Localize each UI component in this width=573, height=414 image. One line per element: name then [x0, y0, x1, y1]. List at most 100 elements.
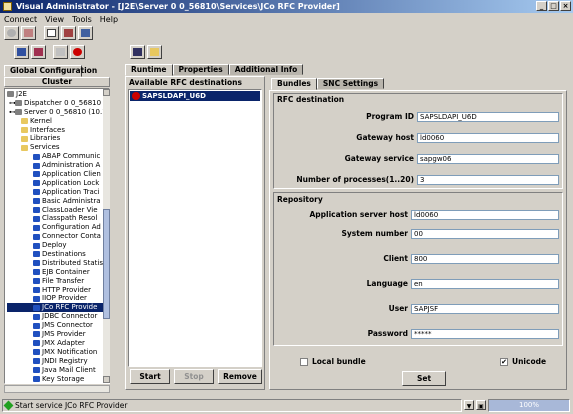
destination-item-selected[interactable]: SAPSLDAPI_U6D [130, 91, 260, 101]
service-item[interactable]: JMX Notification [7, 348, 107, 357]
processes-field[interactable]: 3 [417, 175, 559, 185]
service-item[interactable]: Destinations [7, 250, 107, 259]
remove-button[interactable]: Remove [218, 369, 262, 384]
status-dropdown-button[interactable]: ▼ [464, 400, 474, 410]
window-title: Visual Administrator - [J2E\Server 0 0_5… [16, 2, 340, 11]
collapse-tree-button[interactable] [31, 45, 46, 59]
tree-hscrollbar[interactable] [4, 385, 110, 393]
unicode-option[interactable]: ✔ Unicode [500, 357, 546, 366]
tree-libraries[interactable]: Libraries [7, 134, 107, 143]
disconnect-button[interactable] [21, 26, 36, 40]
service-item[interactable]: Distributed Statis [7, 259, 107, 268]
service-item[interactable]: Configuration Ad [7, 223, 107, 232]
tree-expand-icon [17, 48, 26, 56]
service-item[interactable]: JNDI Registry [7, 357, 107, 366]
tab-bundles[interactable]: Bundles [271, 78, 317, 90]
memory-button[interactable]: ▣ [476, 400, 486, 410]
service-item[interactable]: JMS Provider [7, 330, 107, 339]
service-icon [33, 322, 40, 329]
expand-tree-button[interactable] [14, 45, 29, 59]
set-button[interactable]: Set [402, 371, 446, 386]
tree-server[interactable]: ⊷ Server 0 0_56810 (10.18 [7, 108, 109, 117]
tree-services[interactable]: Services [7, 143, 107, 152]
destinations-list[interactable]: SAPSLDAPI_U6D [128, 89, 262, 367]
system-number-field[interactable]: 00 [411, 229, 559, 239]
service-item-selected[interactable]: JCo RFC Provide [7, 303, 107, 313]
service-item[interactable]: Java Mail Client [7, 366, 107, 375]
tab-runtime[interactable]: Runtime [125, 64, 173, 76]
password-field[interactable]: ***** [411, 329, 559, 339]
help-book-button[interactable] [78, 26, 93, 40]
maximize-button[interactable]: □ [548, 1, 559, 11]
service-item[interactable]: Basic Administra [7, 197, 107, 206]
tab-additional-info[interactable]: Additional Info [228, 64, 304, 75]
screenshot-button[interactable] [44, 26, 59, 40]
minimize-button[interactable]: _ [536, 1, 547, 11]
service-item[interactable]: Administration A [7, 161, 107, 170]
service-item[interactable]: ABAP Communic [7, 152, 107, 161]
scroll-thumb[interactable] [103, 209, 110, 319]
service-item[interactable]: Classpath Resol [7, 214, 107, 223]
tree-kernel[interactable]: Kernel [7, 117, 107, 126]
tree-interfaces[interactable]: Interfaces [7, 126, 107, 135]
scroll-up-arrow[interactable] [103, 89, 110, 96]
service-item[interactable]: Connector Conta [7, 232, 107, 241]
language-field[interactable]: en [411, 279, 559, 289]
close-button[interactable]: × [560, 1, 571, 11]
local-bundle-checkbox[interactable] [300, 357, 308, 366]
service-item[interactable]: Application Lock [7, 179, 107, 188]
tree-scrollbar[interactable] [103, 89, 110, 383]
service-item[interactable]: Deploy [7, 241, 107, 250]
tree-root[interactable]: J2E [7, 90, 107, 99]
unicode-checkbox[interactable]: ✔ [500, 357, 508, 366]
service-item[interactable]: Key Storage [7, 375, 107, 384]
progress-bar: 100% [488, 399, 570, 412]
save-button[interactable] [130, 45, 145, 59]
cluster-tree: J2E ⊶ Dispatcher 0 0_56810 ( ⊷ Server 0 0_… [4, 88, 110, 384]
progress-label: 100% [518, 401, 539, 409]
connect-button[interactable] [4, 26, 19, 40]
service-icon [33, 233, 40, 240]
login-button[interactable] [61, 26, 76, 40]
service-item[interactable]: JMX Adapter [7, 339, 107, 348]
stop-server-button[interactable] [70, 45, 85, 59]
menu-help[interactable]: Help [100, 15, 118, 24]
gateway-service-field[interactable]: sapgw06 [417, 154, 559, 164]
service-item[interactable]: Application Traci [7, 188, 107, 197]
service-item[interactable]: EJB Container [7, 268, 107, 277]
menu-connect[interactable]: Connect [4, 15, 37, 24]
app-server-host-field[interactable]: ld0060 [411, 210, 559, 220]
local-bundle-option[interactable]: Local bundle [300, 357, 366, 366]
cluster-header: Cluster [4, 77, 110, 87]
gateway-host-field[interactable]: ld0060 [417, 133, 559, 143]
stop-button[interactable]: Stop [174, 369, 214, 384]
system-icon [7, 91, 14, 98]
run-button[interactable] [53, 45, 68, 59]
service-item[interactable]: JMS Connector [7, 321, 107, 330]
service-item[interactable]: ClassLoader Vie [7, 206, 107, 215]
connect-icon [7, 29, 16, 37]
tree-dispatcher[interactable]: ⊶ Dispatcher 0 0_56810 ( [7, 99, 107, 108]
tab-global-configuration[interactable]: Global Configuration [4, 65, 97, 77]
service-item[interactable]: JDBC Connector [7, 312, 107, 321]
program-id-field[interactable]: SAPSLDAPI_U6D [417, 112, 559, 122]
tab-snc-settings[interactable]: SNC Settings [316, 78, 385, 89]
service-icon [33, 304, 40, 311]
client-field[interactable]: 800 [411, 254, 559, 264]
user-field[interactable]: SAPJSF [411, 304, 559, 314]
service-item[interactable]: Application Clien [7, 170, 107, 179]
service-icon [33, 349, 40, 356]
scroll-down-arrow[interactable] [103, 376, 110, 383]
menu-view[interactable]: View [45, 15, 64, 24]
tab-properties[interactable]: Properties [172, 64, 229, 75]
service-icon [33, 278, 40, 285]
menu-tools[interactable]: Tools [72, 15, 92, 24]
bundle-tabs: Bundles SNC Settings [271, 78, 385, 90]
service-item[interactable]: File Transfer [7, 277, 107, 286]
service-item[interactable]: IIOP Provider [7, 294, 107, 303]
service-item[interactable]: HTTP Provider [7, 286, 107, 295]
service-icon [33, 215, 40, 222]
open-button[interactable] [147, 45, 162, 59]
window-icon [47, 29, 56, 37]
start-button[interactable]: Start [130, 369, 170, 384]
